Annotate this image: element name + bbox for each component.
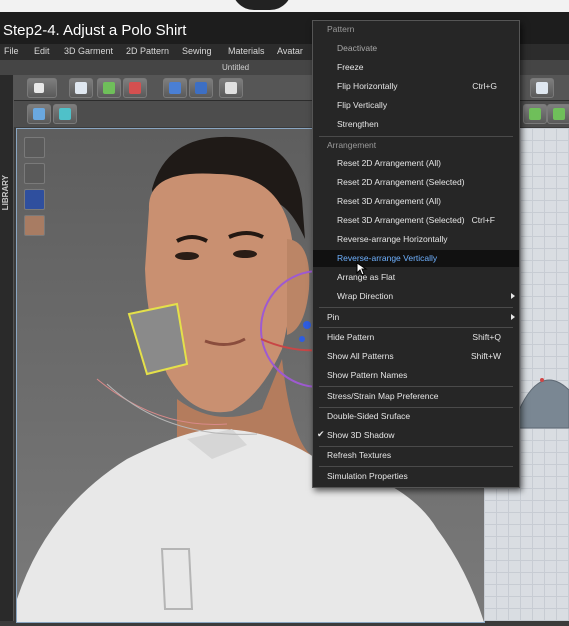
- submenu-arrow-icon: [511, 293, 515, 299]
- menu-item-reverse-arrange-horizontally[interactable]: Reverse-arrange Horizontally: [313, 231, 519, 248]
- head-view-icon[interactable]: [24, 215, 45, 236]
- fold-tool-button[interactable]: [163, 78, 187, 98]
- transform-icon: [103, 82, 115, 94]
- menu-materials[interactable]: Materials: [228, 46, 265, 56]
- menu-separator: [319, 466, 513, 467]
- menu-item-freeze[interactable]: Freeze: [313, 59, 519, 76]
- menu-item-show-all-patterns[interactable]: Show All Patterns Shift+W: [313, 348, 519, 365]
- menu-item-pin[interactable]: Pin: [313, 309, 519, 326]
- menu-separator: [319, 327, 513, 328]
- menu-item-show-pattern-names[interactable]: Show Pattern Names: [313, 367, 519, 384]
- video-top-strip: [0, 0, 569, 12]
- pattern-edit-icon: [529, 108, 541, 120]
- menu-3d-garment[interactable]: 3D Garment: [64, 46, 113, 56]
- menu-item-reset-3d-all[interactable]: Reset 3D Arrangement (All): [313, 193, 519, 210]
- menu-item-stress-strain-map[interactable]: Stress/Strain Map Preference: [313, 388, 519, 405]
- menu-item-arrange-as-flat[interactable]: Arrange as Flat: [313, 269, 519, 286]
- menu-item-flip-horizontally[interactable]: Flip Horizontally Ctrl+G: [313, 78, 519, 95]
- fold-icon: [169, 82, 181, 94]
- menu-section-pattern: Pattern: [327, 24, 355, 34]
- grid-tool-button[interactable]: [53, 104, 77, 124]
- library-label: LIBRARY: [1, 175, 10, 211]
- menu-separator: [319, 386, 513, 387]
- menu-item-wrap-direction[interactable]: Wrap Direction: [313, 288, 519, 305]
- sew-icon: [129, 82, 141, 94]
- menu-sewing[interactable]: Sewing: [182, 46, 212, 56]
- transform-tool-button[interactable]: [97, 78, 121, 98]
- grid-icon: [59, 108, 71, 120]
- menu-item-strengthen[interactable]: Strengthen: [313, 116, 519, 133]
- arrow-down-icon: [34, 83, 44, 93]
- run-tool-button[interactable]: [219, 78, 243, 98]
- menu-avatar[interactable]: Avatar: [277, 46, 303, 56]
- menu-item-refresh-textures[interactable]: Refresh Textures: [313, 447, 519, 464]
- menu-item-show-3d-shadow[interactable]: ✔ Show 3D Shadow: [313, 427, 519, 444]
- library-panel[interactable]: LIBRARY: [0, 75, 14, 621]
- menu-item-reset-2d-all[interactable]: Reset 2D Arrangement (All): [313, 155, 519, 172]
- pattern-select-button[interactable]: [530, 78, 554, 98]
- menu-edit[interactable]: Edit: [34, 46, 50, 56]
- run-icon: [225, 82, 237, 94]
- menu-section-arrangement: Arrangement: [327, 140, 377, 150]
- menu-item-flip-vertically[interactable]: Flip Vertically: [313, 97, 519, 114]
- context-menu: Pattern Deactivate Freeze Flip Horizonta…: [312, 20, 520, 488]
- document-title: Untitled: [222, 63, 250, 72]
- menu-file[interactable]: File: [4, 46, 19, 56]
- pattern-edit-button[interactable]: [523, 104, 547, 124]
- select-dropdown-button[interactable]: [27, 78, 57, 98]
- sew-tool-button[interactable]: [123, 78, 147, 98]
- menu-item-simulation-properties[interactable]: Simulation Properties: [313, 468, 519, 485]
- shirt-view-icon[interactable]: [24, 137, 45, 158]
- menu-item-hide-pattern[interactable]: Hide Pattern Shift+Q: [313, 329, 519, 346]
- menu-item-reset-2d-selected[interactable]: Reset 2D Arrangement (Selected): [313, 174, 519, 191]
- texture-view-icon[interactable]: [24, 189, 45, 210]
- cursor-icon: [536, 82, 548, 94]
- box-icon: [195, 82, 207, 94]
- menu-item-reset-3d-selected[interactable]: Reset 3D Arrangement (Selected) Ctrl+F: [313, 212, 519, 229]
- checkmark-icon: ✔: [317, 429, 325, 439]
- video-title: Step2-4. Adjust a Polo Shirt: [3, 22, 187, 39]
- cursor-icon: [75, 82, 87, 94]
- pattern-icon: [33, 108, 45, 120]
- menu-item-double-sided-surface[interactable]: Double-Sided Sruface: [313, 408, 519, 425]
- box-tool-button[interactable]: [189, 78, 213, 98]
- pattern-sew-button[interactable]: [547, 104, 569, 124]
- mouse-cursor-icon: [356, 262, 368, 276]
- menu-2d-pattern[interactable]: 2D Pattern: [126, 46, 169, 56]
- menu-item-reverse-arrange-vertically[interactable]: Reverse-arrange Vertically: [313, 250, 519, 267]
- pattern-sew-icon: [553, 108, 565, 120]
- submenu-arrow-icon: [511, 314, 515, 320]
- menu-separator: [319, 307, 513, 308]
- select-tool-button[interactable]: [69, 78, 93, 98]
- avatar-view-icon[interactable]: [24, 163, 45, 184]
- video-overlay-shape: [232, 0, 292, 10]
- pattern-tool-button[interactable]: [27, 104, 51, 124]
- menu-item-deactivate[interactable]: Deactivate: [313, 40, 519, 57]
